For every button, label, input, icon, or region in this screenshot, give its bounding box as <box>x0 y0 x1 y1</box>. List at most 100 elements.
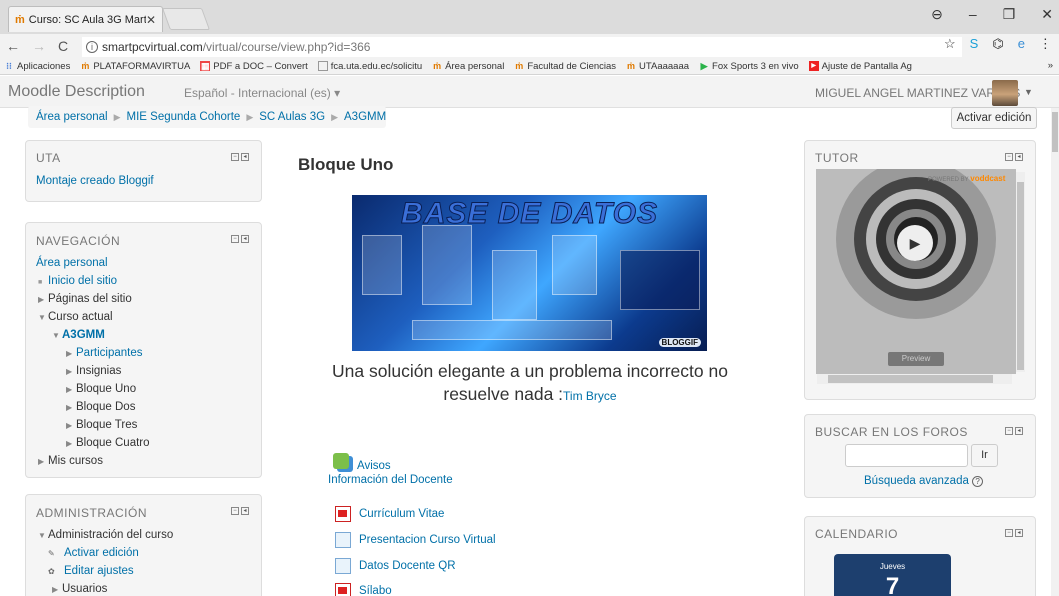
block-controls[interactable]: − ◂ <box>1005 153 1023 161</box>
nav-label: Administración del curso <box>48 529 174 541</box>
forward-arrow-icon[interactable]: → <box>32 38 46 54</box>
voki-video-player[interactable] <box>816 169 1016 374</box>
extension-e-icon[interactable]: e <box>1018 36 1025 52</box>
restore-icon[interactable]: ❐ <box>1003 6 1016 23</box>
language-menu[interactable]: Español - Internacional (es) ▾ <box>184 86 340 100</box>
activity-silabo[interactable]: Sílabo <box>335 583 392 596</box>
avatar[interactable] <box>992 80 1018 106</box>
admin-curso[interactable]: ▼ Administración del curso <box>38 529 173 541</box>
minimize-icon[interactable]: – <box>969 6 977 23</box>
dock-icon[interactable]: ◂ <box>241 235 249 243</box>
nav-inicio-sitio[interactable]: ■ Inicio del sitio <box>38 275 117 287</box>
activity-curriculum[interactable]: Currículum Vitae <box>335 506 444 522</box>
nav-bloque-cuatro[interactable]: ▶ Bloque Cuatro <box>66 437 150 449</box>
bookmark-item[interactable]: ▶ Fox Sports 3 en vivo <box>699 61 799 72</box>
star-icon[interactable]: ☆ <box>944 36 956 52</box>
play-button-icon[interactable]: ▶ <box>897 225 933 261</box>
bookmark-apps[interactable]: ⁝⁝ Aplicaciones <box>4 61 70 72</box>
block-title: ADMINISTRACIÓN <box>36 506 148 520</box>
activar-edicion-button[interactable]: Activar edición <box>951 107 1037 129</box>
video-scroll-thumb[interactable] <box>1017 182 1024 370</box>
dock-icon[interactable]: ◂ <box>241 153 249 161</box>
page-scrollbar[interactable] <box>1051 108 1059 596</box>
page-scroll-thumb[interactable] <box>1052 112 1058 152</box>
bookmark-item[interactable]: ṁ Facultad de Ciencias <box>514 61 616 72</box>
breadcrumb-item[interactable]: MIE Segunda Cohorte <box>127 111 241 123</box>
quote: Una solución elegante a un problema inco… <box>300 360 760 408</box>
activity-label: Sílabo <box>359 585 392 596</box>
ir-button[interactable]: Ir <box>971 444 998 467</box>
nav-bloque-uno[interactable]: ▶ Bloque Uno <box>66 383 136 395</box>
nav-participantes[interactable]: ▶ Participantes <box>66 347 142 359</box>
bookmark-item[interactable]: ṁ UTAaaaaaa <box>626 61 689 72</box>
user-menu-caret-icon[interactable]: ▼ <box>1024 87 1033 97</box>
nav-area-personal[interactable]: Área personal <box>36 257 108 269</box>
pdf-icon <box>335 583 351 596</box>
activity-presentacion[interactable]: Presentacion Curso Virtual <box>335 532 496 548</box>
close-window-icon[interactable]: ✕ <box>1041 6 1053 23</box>
profile-icon[interactable]: ⊖ <box>931 6 943 23</box>
block-controls[interactable]: − ◂ <box>231 235 249 243</box>
search-input[interactable] <box>845 444 968 467</box>
nav-curso-actual[interactable]: ▼ Curso actual <box>38 311 113 323</box>
block-controls[interactable]: − ◂ <box>1005 529 1023 537</box>
block-controls[interactable]: − ◂ <box>231 507 249 515</box>
montaje-link[interactable]: Montaje creado Bloggif <box>36 175 154 187</box>
back-arrow-icon[interactable]: ← <box>6 38 20 54</box>
browser-tab[interactable]: ṁ Curso: SC Aula 3G Martí ✕ <box>8 6 163 32</box>
quote-author-link[interactable]: Tim Bryce <box>563 389 617 403</box>
help-icon[interactable]: ? <box>972 476 984 487</box>
reload-icon[interactable]: C <box>58 38 68 54</box>
nav-paginas-sitio[interactable]: ▶ Páginas del sitio <box>38 293 132 305</box>
nav-a3gmm[interactable]: ▼ A3GMM <box>52 329 105 341</box>
admin-usuarios[interactable]: ▶ Usuarios <box>52 583 107 595</box>
collapse-icon[interactable]: − <box>1005 427 1013 435</box>
menu-dots-icon[interactable]: ⋮ <box>1039 36 1052 52</box>
admin-activar-edicion[interactable]: ✎ Activar edición <box>48 547 139 559</box>
breadcrumb-item[interactable]: Área personal <box>36 111 108 123</box>
extension-s-icon[interactable]: S <box>970 36 979 52</box>
activity-avisos[interactable]: Avisos <box>333 450 391 472</box>
block-controls[interactable]: − ◂ <box>1005 427 1023 435</box>
bullet-icon: ■ <box>38 279 43 286</box>
nav-insignias[interactable]: ▶ Insignias <box>66 365 121 377</box>
collapse-icon[interactable]: − <box>231 235 239 243</box>
block-controls[interactable]: − ◂ <box>231 153 249 161</box>
breadcrumb-item[interactable]: SC Aulas 3G <box>259 111 325 123</box>
url-field[interactable]: i smartpcvirtual.com/virtual/course/view… <box>82 37 962 57</box>
bookmark-item[interactable]: ṁ Área personal <box>432 61 504 72</box>
dock-icon[interactable]: ◂ <box>1015 529 1023 537</box>
breadcrumb-item[interactable]: A3GMM <box>344 111 386 123</box>
nav-bloque-dos[interactable]: ▶ Bloque Dos <box>66 401 135 413</box>
bookmark-item[interactable]: ▦ PDF a DOC – Convert <box>200 61 308 72</box>
dock-icon[interactable]: ◂ <box>1015 427 1023 435</box>
activity-label: Avisos <box>357 460 391 472</box>
collapse-icon[interactable]: − <box>231 507 239 515</box>
bookmark-item[interactable]: fca.uta.edu.ec/solicitu <box>317 61 422 72</box>
advanced-search-link[interactable]: Búsqueda avanzada ? <box>864 475 984 487</box>
nav-mis-cursos[interactable]: ▶ Mis cursos <box>38 455 103 467</box>
calendar-day-card[interactable]: Jueves 7 <box>834 554 951 596</box>
nav-bloque-tres[interactable]: ▶ Bloque Tres <box>66 419 137 431</box>
user-name[interactable]: MIGUEL ANGEL MARTINEZ VARGAS <box>815 86 1020 100</box>
bookmarks-more[interactable]: » <box>1048 60 1053 71</box>
collapse-icon[interactable]: − <box>231 153 239 161</box>
dock-icon[interactable]: ◂ <box>241 507 249 515</box>
extension-box-icon[interactable]: ⌬ <box>992 36 1003 52</box>
collapse-icon[interactable]: − <box>1005 529 1013 537</box>
new-tab-button[interactable] <box>161 8 211 30</box>
activity-info-docente[interactable]: Información del Docente <box>328 474 453 486</box>
site-brand[interactable]: Moodle Description <box>8 83 145 101</box>
video-hscroll-thumb[interactable] <box>828 375 993 383</box>
bookmark-item[interactable]: ▶ Ajuste de Pantalla Ag <box>808 61 912 72</box>
expand-arrow-icon: ▶ <box>38 457 45 466</box>
close-tab-icon[interactable]: ✕ <box>146 13 156 27</box>
bookmark-item[interactable]: ṁ PLATAFORMAVIRTUA <box>80 61 190 72</box>
preview-button[interactable]: Preview <box>888 352 944 366</box>
admin-editar-ajustes[interactable]: ✿ Editar ajustes <box>48 565 134 577</box>
collapse-icon[interactable]: − <box>1005 153 1013 161</box>
info-icon[interactable]: i <box>86 41 98 53</box>
dock-icon[interactable]: ◂ <box>1015 153 1023 161</box>
expand-arrow-icon: ▶ <box>52 585 59 594</box>
activity-datos-qr[interactable]: Datos Docente QR <box>335 558 456 574</box>
